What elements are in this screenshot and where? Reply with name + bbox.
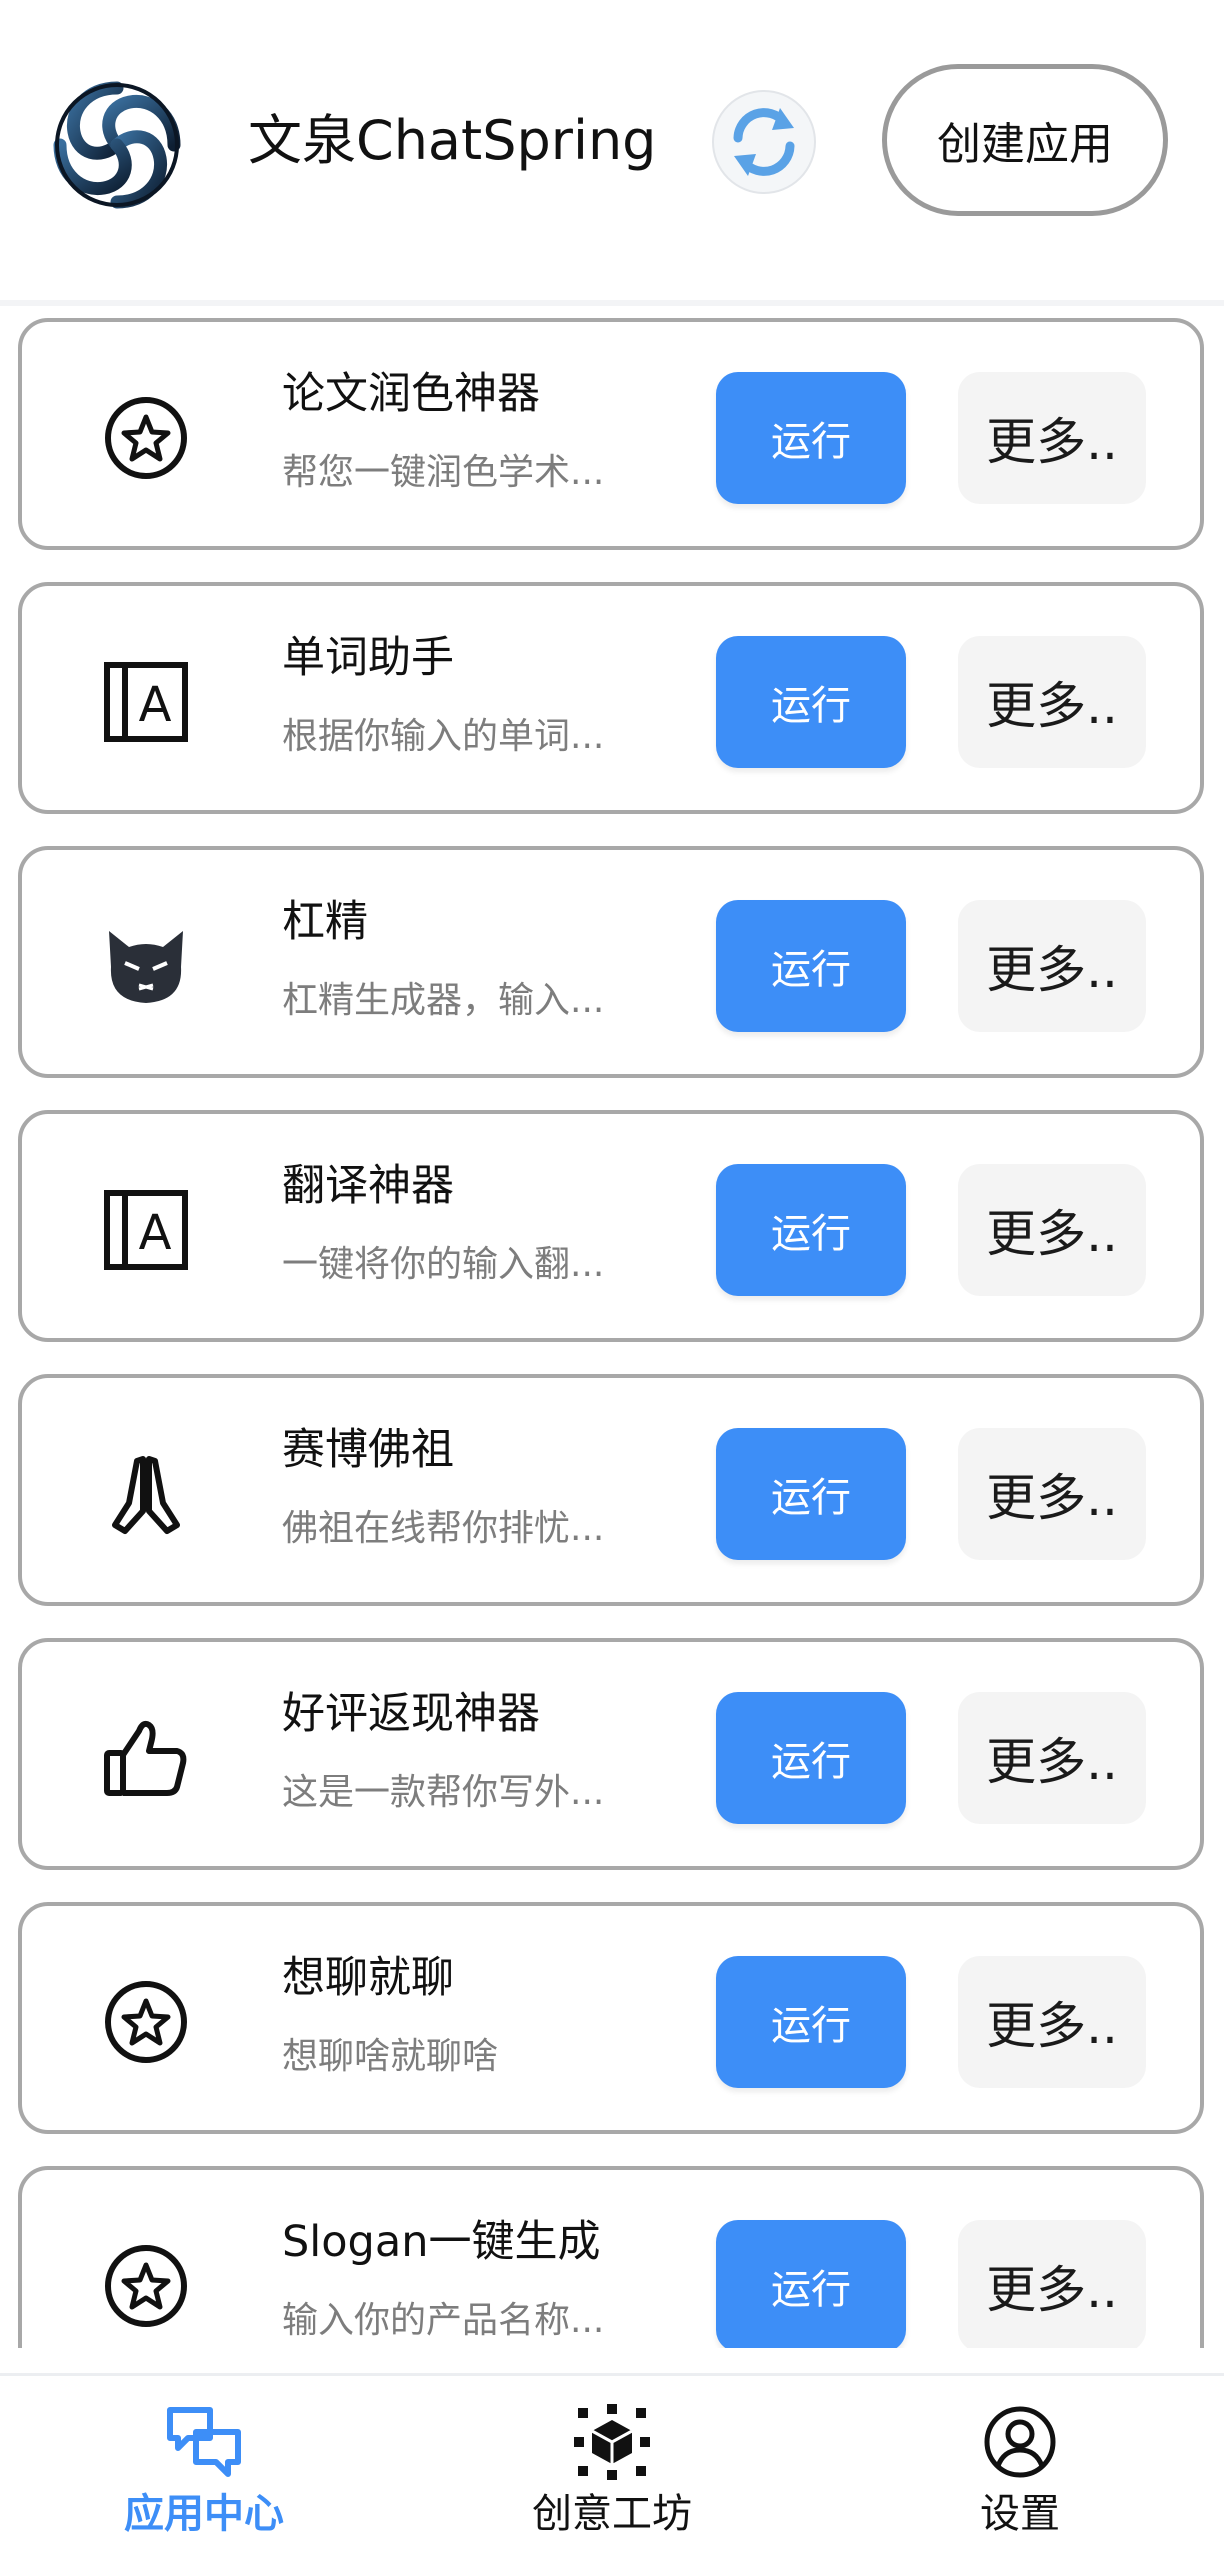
more-button[interactable]: 更多.. <box>958 372 1146 504</box>
app-card: A 单词助手 根据你输入的单词... 运行 更多.. <box>18 582 1204 814</box>
app-description: 这是一款帮你写外... <box>282 1772 605 1813</box>
star-circle-icon <box>96 2236 196 2336</box>
more-button[interactable]: 更多.. <box>958 1692 1146 1824</box>
thumbs-up-icon <box>96 1708 196 1808</box>
more-button[interactable]: 更多.. <box>958 900 1146 1032</box>
nav-item-app-center[interactable]: 应用中心 <box>0 2376 408 2566</box>
cat-face-icon <box>96 916 196 1016</box>
app-description: 根据你输入的单词... <box>282 716 605 757</box>
app-title: 翻译神器 <box>282 1161 454 1211</box>
app-card: 赛博佛祖 佛祖在线帮你排忧... 运行 更多.. <box>18 1374 1204 1606</box>
user-circle-icon <box>982 2404 1058 2480</box>
run-button[interactable]: 运行 <box>716 636 906 768</box>
star-circle-icon <box>96 1972 196 2072</box>
knot-logo-icon <box>42 70 192 220</box>
chat-bubbles-icon <box>166 2404 242 2480</box>
app-description: 输入你的产品名称... <box>282 2300 605 2341</box>
nav-label: 创意工坊 <box>532 2491 692 2537</box>
nav-label: 应用中心 <box>124 2491 284 2537</box>
more-button[interactable]: 更多.. <box>958 1956 1146 2088</box>
svg-text:A: A <box>139 1205 172 1261</box>
run-button[interactable]: 运行 <box>716 1428 906 1560</box>
cube-network-icon <box>574 2404 650 2480</box>
nav-item-settings[interactable]: 设置 <box>816 2376 1224 2566</box>
more-button[interactable]: 更多.. <box>958 636 1146 768</box>
run-button[interactable]: 运行 <box>716 1956 906 2088</box>
svg-text:A: A <box>139 677 172 733</box>
app-card: 想聊就聊 想聊啥就聊啥 运行 更多.. <box>18 1902 1204 2134</box>
app-card: A 翻译神器 一键将你的输入翻... 运行 更多.. <box>18 1110 1204 1342</box>
app-title: 想聊就聊 <box>282 1953 454 2003</box>
refresh-icon[interactable] <box>712 90 816 194</box>
app-title: 赛博佛祖 <box>282 1425 454 1475</box>
app-title: Slogan一键生成 <box>282 2217 601 2267</box>
praying-hands-icon <box>96 1444 196 1544</box>
create-app-button[interactable]: 创建应用 <box>882 64 1168 216</box>
app-title: 杠精 <box>282 897 368 947</box>
app-description: 想聊啥就聊啥 <box>282 2036 499 2077</box>
app-description: 佛祖在线帮你排忧... <box>282 1508 605 1549</box>
app-description: 杠精生成器，输入... <box>282 980 605 1021</box>
app-card: 论文润色神器 帮您一键润色学术... 运行 更多.. <box>18 318 1204 550</box>
star-circle-icon <box>96 388 196 488</box>
app-title: 文泉ChatSpring <box>248 109 657 172</box>
nav-label: 设置 <box>980 2491 1060 2537</box>
app-header: 文泉ChatSpring 创建应用 <box>0 0 1224 306</box>
nav-item-creative-workshop[interactable]: 创意工坊 <box>408 2376 816 2566</box>
app-title: 单词助手 <box>282 633 454 683</box>
letter-a-book-icon: A <box>96 652 196 752</box>
run-button[interactable]: 运行 <box>716 900 906 1032</box>
more-button[interactable]: 更多.. <box>958 1164 1146 1296</box>
run-button[interactable]: 运行 <box>716 372 906 504</box>
more-button[interactable]: 更多.. <box>958 2220 1146 2348</box>
app-card: 杠精 杠精生成器，输入... 运行 更多.. <box>18 846 1204 1078</box>
app-title: 好评返现神器 <box>282 1689 540 1739</box>
run-button[interactable]: 运行 <box>716 1164 906 1296</box>
letter-a-book-icon: A <box>96 1180 196 1280</box>
app-description: 帮您一键润色学术... <box>282 452 605 493</box>
app-list: 论文润色神器 帮您一键润色学术... 运行 更多.. A 单词助手 根据你输入的… <box>0 310 1224 2348</box>
run-button[interactable]: 运行 <box>716 1692 906 1824</box>
app-card: 好评返现神器 这是一款帮你写外... 运行 更多.. <box>18 1638 1204 1870</box>
bottom-navigation: 应用中心 创意工坊 设置 <box>0 2373 1224 2563</box>
app-description: 一键将你的输入翻... <box>282 1244 605 1285</box>
run-button[interactable]: 运行 <box>716 2220 906 2348</box>
app-title: 论文润色神器 <box>282 369 540 419</box>
more-button[interactable]: 更多.. <box>958 1428 1146 1560</box>
app-card: Slogan一键生成 输入你的产品名称... 运行 更多.. <box>18 2166 1204 2348</box>
